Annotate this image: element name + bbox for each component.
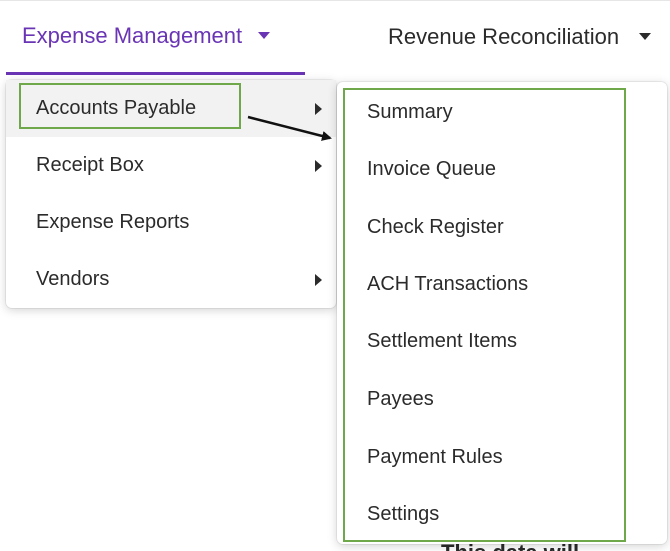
app-stage: Expense Management Revenue Reconciliatio… bbox=[0, 0, 670, 551]
annotation-arrow-icon bbox=[247, 115, 332, 141]
